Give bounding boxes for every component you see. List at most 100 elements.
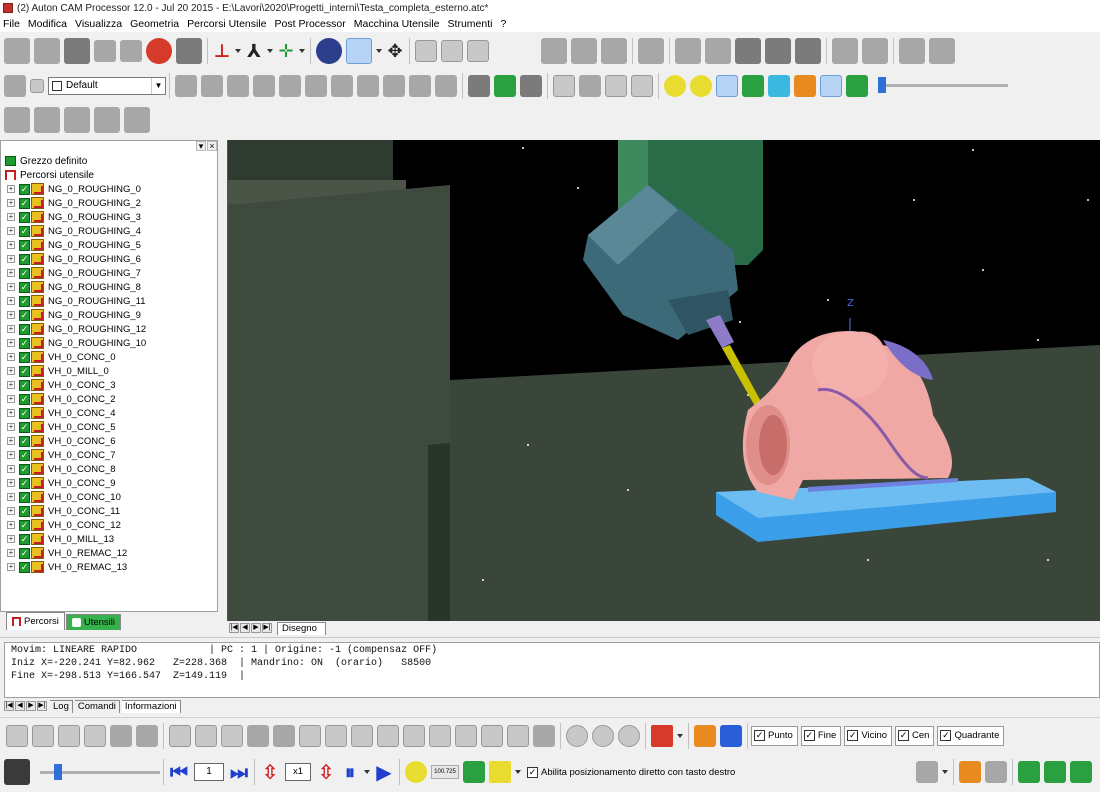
surface-offset-icon[interactable]: [383, 74, 405, 97]
square-icon[interactable]: [176, 38, 202, 64]
expand-icon[interactable]: +: [7, 563, 15, 571]
expand-icon[interactable]: +: [7, 255, 15, 263]
wave-icon[interactable]: [403, 724, 425, 747]
rest-machining-icon[interactable]: [795, 38, 821, 64]
tab-informazioni[interactable]: Informazioni: [121, 699, 181, 713]
expand-icon[interactable]: +: [7, 367, 15, 375]
offset-icon[interactable]: [273, 724, 295, 747]
tree-item[interactable]: + ✓ NG_0_ROUGHING_3: [7, 210, 141, 224]
stop-icon[interactable]: [146, 38, 172, 64]
surface-trim-icon[interactable]: [409, 74, 431, 97]
light-layers-icon[interactable]: [794, 74, 816, 97]
point-grid-icon[interactable]: [605, 74, 627, 97]
solid-icon[interactable]: [468, 74, 490, 97]
expand-icon[interactable]: +: [7, 395, 15, 403]
light-cube-icon[interactable]: [846, 74, 868, 97]
curve-icon[interactable]: [175, 74, 197, 97]
axis-xy-icon[interactable]: ⅄: [243, 41, 265, 62]
checkbox-checked-icon[interactable]: ✓: [19, 323, 30, 335]
next-tab-button[interactable]: ▶: [251, 623, 261, 633]
drill-icon[interactable]: [832, 38, 858, 64]
extrude-icon[interactable]: [136, 724, 158, 747]
curve-edit-icon[interactable]: [351, 724, 373, 747]
checkbox-checked-icon[interactable]: ✓: [19, 225, 30, 237]
checkbox-checked-icon[interactable]: ✓: [19, 519, 30, 531]
prev-tab-button[interactable]: ◀: [15, 701, 25, 711]
surface-sweep-icon[interactable]: [279, 74, 301, 97]
music-icon[interactable]: [4, 74, 26, 97]
surface-extend-icon[interactable]: [435, 74, 457, 97]
point-icon[interactable]: [553, 74, 575, 97]
expand-icon[interactable]: +: [7, 451, 15, 459]
snap-fine[interactable]: ✓ Fine: [800, 725, 842, 746]
expand-icon[interactable]: +: [7, 339, 15, 347]
simulation-speed-slider[interactable]: [40, 763, 160, 780]
tree-item[interactable]: + ✓ VH_0_CONC_10: [7, 490, 121, 504]
expand-icon[interactable]: +: [7, 479, 15, 487]
polyline-icon[interactable]: [429, 724, 451, 747]
tree-item[interactable]: + ✓ NG_0_ROUGHING_4: [7, 224, 141, 238]
surface-revolve-icon[interactable]: [253, 74, 275, 97]
corner-icon[interactable]: [481, 724, 503, 747]
path-join-icon[interactable]: [94, 107, 120, 133]
tree-item[interactable]: + ✓ NG_0_ROUGHING_12: [7, 322, 146, 336]
last-tab-button[interactable]: ▶|: [262, 623, 272, 633]
tree-item[interactable]: + ✓ NG_0_ROUGHING_9: [7, 308, 141, 322]
layer-select[interactable]: Default ▼: [48, 76, 166, 95]
checkbox-checked-icon[interactable]: ✓: [19, 351, 30, 363]
tree-list-icon[interactable]: [1070, 761, 1092, 783]
tree-item[interactable]: + ✓ VH_0_CONC_0: [7, 350, 116, 364]
chevron-down-icon[interactable]: [235, 49, 241, 53]
tree-item[interactable]: + ✓ VH_0_CONC_6: [7, 434, 116, 448]
machine-icon[interactable]: [899, 38, 925, 64]
regenerate-icon[interactable]: [316, 38, 342, 64]
menu-modifica[interactable]: Modifica: [25, 18, 72, 30]
tree-stock[interactable]: Grezzo definito: [5, 154, 87, 168]
checkbox-checked-icon[interactable]: ✓: [19, 183, 30, 195]
chevron-down-icon[interactable]: [376, 49, 382, 53]
pin-icon[interactable]: ▾: [196, 141, 206, 151]
circle-icon[interactable]: [566, 724, 588, 747]
tree-item[interactable]: + ✓ VH_0_CONC_2: [7, 392, 116, 406]
checkbox-checked-icon[interactable]: ✓: [19, 379, 30, 391]
chevron-down-icon[interactable]: [299, 49, 305, 53]
checkbox-checked-icon[interactable]: ✓: [19, 561, 30, 573]
measure-icon[interactable]: [601, 38, 627, 64]
expand-icon[interactable]: +: [7, 507, 15, 515]
menu-visualizza[interactable]: Visualizza: [72, 18, 127, 30]
bounding-box-icon[interactable]: [494, 74, 516, 97]
tree-list-icon[interactable]: [1044, 761, 1066, 783]
transparency-slider[interactable]: [878, 77, 1008, 93]
tree-item[interactable]: + ✓ VH_0_CONC_12: [7, 518, 121, 532]
checkbox-checked-icon[interactable]: ✓: [19, 505, 30, 517]
tree-item[interactable]: + ✓ VH_0_CONC_3: [7, 378, 116, 392]
checkbox-checked-icon[interactable]: ✓: [19, 309, 30, 321]
light-grid-icon[interactable]: [742, 74, 764, 97]
tree-item[interactable]: + ✓ NG_0_ROUGHING_6: [7, 252, 141, 266]
snap-surface-icon[interactable]: [720, 724, 742, 747]
tab-utensili[interactable]: Utensili: [65, 614, 121, 630]
checkbox-checked-icon[interactable]: ✓: [19, 463, 30, 475]
light-solid-icon[interactable]: [768, 74, 790, 97]
first-tab-button[interactable]: |◀: [4, 701, 14, 711]
tree-item[interactable]: + ✓ NG_0_ROUGHING_0: [7, 182, 141, 196]
direct-positioning-checkbox[interactable]: ✓ Abilita posizionamento diretto con tas…: [527, 766, 735, 778]
expand-icon[interactable]: +: [7, 297, 15, 305]
snap-punto[interactable]: ✓ Punto: [751, 725, 798, 746]
expand-icon[interactable]: +: [7, 423, 15, 431]
tree-item[interactable]: + ✓ VH_0_CONC_7: [7, 448, 116, 462]
expand-icon[interactable]: +: [7, 283, 15, 291]
node-edit-icon[interactable]: [507, 724, 529, 747]
line-icon[interactable]: [6, 724, 28, 747]
shaded-icon[interactable]: [520, 74, 542, 97]
path-edit-icon[interactable]: [4, 107, 30, 133]
tree-item[interactable]: + ✓ NG_0_ROUGHING_11: [7, 294, 146, 308]
tree-item[interactable]: + ✓ VH_0_MILL_0: [7, 364, 109, 378]
tree-item[interactable]: + ✓ VH_0_CONC_4: [7, 406, 116, 420]
node-icon[interactable]: [84, 724, 106, 747]
edit-icon[interactable]: [4, 38, 30, 64]
snap-grid-icon[interactable]: [694, 724, 716, 747]
speed-arrows-icon[interactable]: ⇳: [314, 760, 338, 784]
chevron-down-icon[interactable]: [942, 770, 948, 774]
chevron-down-icon[interactable]: [267, 49, 273, 53]
